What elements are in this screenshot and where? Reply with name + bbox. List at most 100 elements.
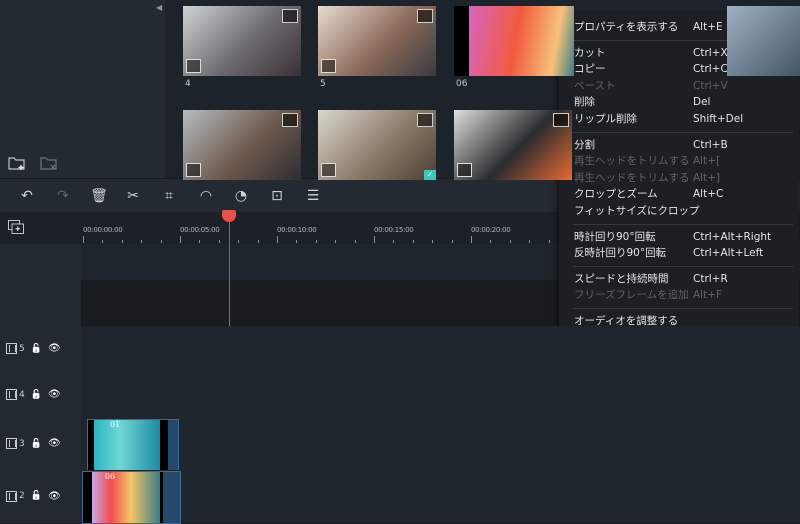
menu-item-shortcut: Ctrl+R xyxy=(693,272,728,285)
media-item-thumbnail[interactable] xyxy=(727,6,800,76)
menu-item[interactable]: フィットサイズにクロップ xyxy=(559,203,799,219)
menu-separator xyxy=(573,265,793,267)
video-type-icon xyxy=(553,113,569,127)
menu-item-shortcut: Alt+C xyxy=(693,188,724,201)
timeline-clip[interactable]: 01 xyxy=(87,419,179,471)
ruler-tick xyxy=(529,240,530,243)
redo-button[interactable]: ↷ xyxy=(54,187,72,205)
menu-item-label: 分割 xyxy=(574,138,595,151)
ruler-tick xyxy=(161,240,162,243)
timeline-clip[interactable]: 06 xyxy=(82,471,181,524)
menu-item[interactable]: 再生ヘッドをトリムする Alt+[ xyxy=(559,153,799,169)
unlock-icon[interactable]: 🔓 xyxy=(31,439,42,449)
ruler-tick xyxy=(549,240,550,243)
green-screen-button[interactable]: ⊡ xyxy=(268,187,286,205)
ruler-tick xyxy=(277,236,278,243)
cut-button[interactable]: ✂ xyxy=(124,187,142,205)
play-preview-icon[interactable] xyxy=(186,163,201,177)
menu-item[interactable]: ペースト Ctrl+V xyxy=(559,78,799,94)
menu-item[interactable]: スピードと持続時間 Ctrl+R xyxy=(559,271,799,287)
crop-button[interactable]: ⌗ xyxy=(160,187,178,205)
media-item-thumbnail[interactable] xyxy=(183,6,301,76)
play-preview-icon[interactable] xyxy=(321,163,336,177)
ruler-tick xyxy=(219,240,220,243)
video-type-icon xyxy=(282,9,298,23)
ruler-time-label: 00:00:00:00 xyxy=(83,226,123,234)
delete-button[interactable]: 🗑 xyxy=(90,187,108,205)
eye-icon[interactable]: 👁 xyxy=(48,389,61,400)
track-header-2: 2 🔓 👁 xyxy=(0,470,81,524)
speed-button[interactable]: ◠ xyxy=(197,187,215,205)
track-lane-5[interactable] xyxy=(81,326,800,373)
menu-item[interactable]: フリーズフレームを追加 Alt+F xyxy=(559,287,799,303)
menu-item-label: カット xyxy=(574,46,606,59)
ruler-tick xyxy=(374,236,375,243)
add-track-icon[interactable] xyxy=(8,220,24,234)
menu-item-label: プロパティを表示する xyxy=(574,21,679,33)
ruler-tick xyxy=(83,236,84,243)
undo-button[interactable]: ↶ xyxy=(18,187,36,205)
ruler-tick xyxy=(141,240,142,243)
ruler-tick xyxy=(452,240,453,243)
checkmark-icon: ✓ xyxy=(424,170,436,180)
play-preview-icon[interactable] xyxy=(321,59,336,73)
menu-item-label: リップル削除 xyxy=(574,113,637,125)
ruler-tick xyxy=(490,240,491,243)
panel-divider[interactable] xyxy=(165,0,173,178)
folder-delete-icon[interactable] xyxy=(40,155,58,171)
media-item-label: 5 xyxy=(320,79,326,89)
media-item-thumbnail[interactable] xyxy=(183,110,301,180)
ruler-tick xyxy=(296,240,297,243)
media-item-thumbnail[interactable] xyxy=(318,6,436,76)
menu-item[interactable]: クロップとズーム Alt+C xyxy=(559,186,799,202)
color-button[interactable]: ◔ xyxy=(232,187,250,205)
ruler-tick xyxy=(180,236,181,243)
menu-item[interactable]: 分割 Ctrl+B xyxy=(559,137,799,153)
color-icon: ◔ xyxy=(234,188,248,204)
ruler-tick xyxy=(335,240,336,243)
eye-icon[interactable]: 👁 xyxy=(48,343,61,354)
eye-icon[interactable]: 👁 xyxy=(48,491,61,502)
track-header-empty-1 xyxy=(0,244,81,281)
media-item-thumbnail[interactable] xyxy=(454,110,572,180)
menu-item[interactable]: 再生ヘッドをトリムする Alt+] xyxy=(559,170,799,186)
crop-icon: ⌗ xyxy=(165,188,173,204)
ruler-tick xyxy=(471,236,472,243)
clip-thumbnail xyxy=(88,420,168,470)
menu-item-label: クロップとズーム xyxy=(574,188,658,201)
media-item-thumbnail[interactable] xyxy=(469,6,574,76)
green-screen-icon: ⊡ xyxy=(271,188,283,204)
unlock-icon[interactable]: 🔓 xyxy=(31,390,42,400)
video-type-icon xyxy=(417,9,433,23)
menu-item-shortcut: Ctrl+Alt+Left xyxy=(693,247,764,260)
menu-item-shortcut: Ctrl+C xyxy=(693,63,728,76)
menu-item-shortcut: Shift+Del xyxy=(693,113,744,125)
menu-item-label: ペースト xyxy=(574,79,616,92)
menu-item[interactable]: 時計回り90°回転 Ctrl+Alt+Right xyxy=(559,229,799,245)
collapse-panel-icon[interactable]: ◀ xyxy=(156,3,162,12)
unlock-icon[interactable]: 🔓 xyxy=(31,344,42,354)
track-lane-4[interactable] xyxy=(81,372,800,419)
adjust-button[interactable]: ☰ xyxy=(304,187,322,205)
menu-item[interactable]: 削除 Del xyxy=(559,94,799,110)
folder-add-icon[interactable] xyxy=(8,155,26,171)
track-lane-3[interactable] xyxy=(81,418,800,471)
track-header-empty-2 xyxy=(0,280,81,327)
menu-item-label: 再生ヘッドをトリムする xyxy=(574,155,690,168)
track-controls: 4 🔓 👁 xyxy=(6,389,61,400)
track-header-5: 5 🔓 👁 xyxy=(0,326,81,373)
ruler-tick xyxy=(393,240,394,243)
video-track-icon xyxy=(6,438,17,449)
menu-item[interactable]: リップル削除 Shift+Del xyxy=(559,111,799,127)
play-preview-icon[interactable] xyxy=(186,59,201,73)
media-item-thumbnail[interactable]: ✓ xyxy=(318,110,436,180)
ruler-tick xyxy=(122,240,123,243)
eye-icon[interactable]: 👁 xyxy=(48,438,61,449)
track-lane-2[interactable] xyxy=(81,470,800,524)
track-number: 3 xyxy=(19,438,25,449)
unlock-icon[interactable]: 🔓 xyxy=(31,491,42,501)
menu-item-label: 反時計回り90°回転 xyxy=(574,247,667,260)
menu-item-label: スピードと持続時間 xyxy=(574,272,669,285)
play-preview-icon[interactable] xyxy=(457,163,472,177)
menu-item[interactable]: 反時計回り90°回転 Ctrl+Alt+Left xyxy=(559,245,799,261)
